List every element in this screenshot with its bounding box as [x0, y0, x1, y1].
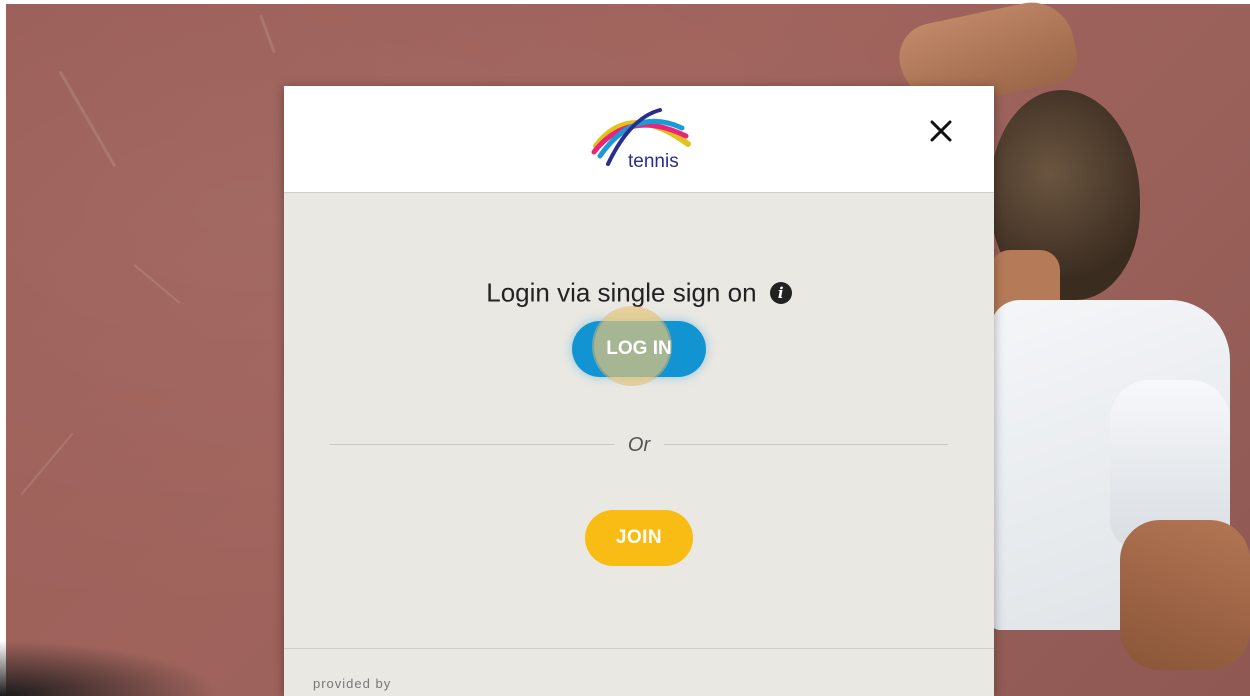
court-streak	[20, 432, 74, 496]
court-streak	[133, 263, 181, 305]
login-button[interactable]	[572, 321, 706, 377]
or-label: Or	[627, 434, 651, 456]
logo-text: tennis	[628, 151, 679, 172]
provided-by-label: provided by	[313, 676, 392, 691]
court-streak	[259, 14, 276, 54]
login-modal: tennis Login via single sign on i LOG IN…	[284, 86, 994, 696]
dark-corner-shadow	[0, 640, 220, 696]
close-icon	[930, 120, 952, 142]
join-button[interactable]: JOIN	[585, 510, 693, 566]
close-button[interactable]	[924, 114, 958, 148]
footer-divider	[284, 648, 994, 649]
sso-heading: Login via single sign on i	[284, 276, 994, 309]
modal-header: tennis	[284, 86, 994, 193]
sso-heading-text: Login via single sign on	[486, 277, 757, 308]
player-arm	[1120, 520, 1250, 670]
tennis-logo: tennis	[590, 106, 694, 172]
info-icon[interactable]: i	[769, 282, 792, 305]
court-streak	[58, 70, 117, 168]
or-divider: Or	[330, 434, 948, 456]
